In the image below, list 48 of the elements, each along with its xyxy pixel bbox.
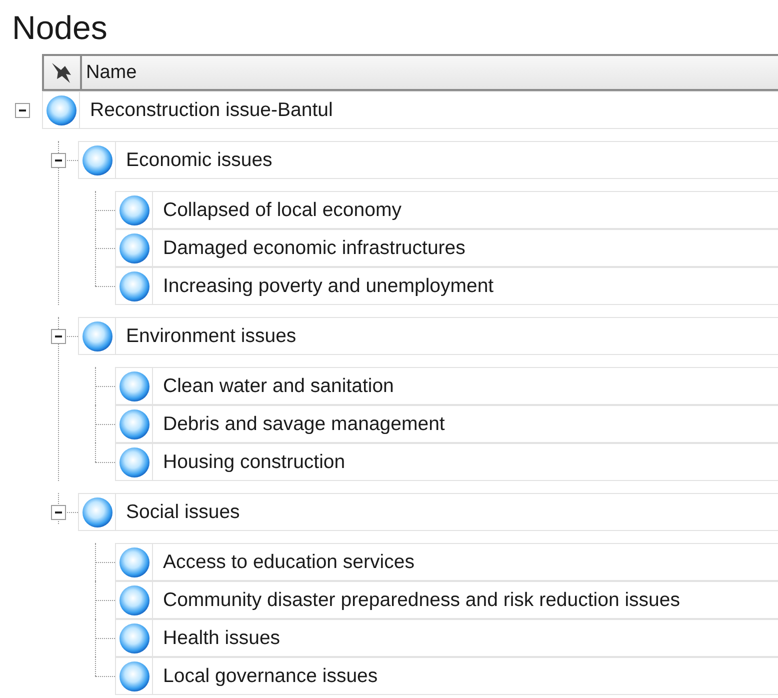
tree-row[interactable]: Housing construction — [115, 443, 778, 481]
node-label: Reconstruction issue-Bantul — [89, 98, 333, 122]
collapse-toggle[interactable] — [51, 505, 66, 520]
sphere-icon — [118, 660, 150, 692]
sphere-icon — [80, 144, 114, 176]
node-label: Clean water and sanitation — [162, 374, 394, 398]
node-label: Housing construction — [162, 450, 346, 474]
node-label: Social issues — [125, 500, 240, 524]
tree-row[interactable]: Health issues — [115, 619, 778, 657]
tree-row[interactable]: Damaged economic infrastructures — [115, 229, 778, 267]
sphere-icon — [118, 194, 150, 226]
name-column-header[interactable]: Name — [82, 56, 137, 89]
sphere-icon — [118, 270, 150, 302]
sphere-icon — [118, 446, 150, 478]
tree-row[interactable]: Reconstruction issue-Bantul — [42, 91, 778, 129]
tree-row[interactable]: Access to education services — [115, 543, 778, 581]
node-label: Damaged economic infrastructures — [162, 236, 466, 260]
sphere-icon — [118, 232, 150, 264]
node-label: Increasing poverty and unemployment — [162, 274, 494, 298]
sphere-icon — [80, 320, 114, 352]
sphere-icon — [118, 622, 150, 654]
collapse-toggle[interactable] — [51, 329, 66, 344]
node-label: Health issues — [162, 626, 280, 650]
tree-row[interactable]: Collapsed of local economy — [115, 191, 778, 229]
sphere-icon — [118, 546, 150, 578]
tree-row[interactable]: Economic issues — [78, 141, 778, 179]
node-label: Access to education services — [162, 550, 414, 574]
tree-row[interactable]: Debris and savage management — [115, 405, 778, 443]
tree-row[interactable]: Social issues — [78, 493, 778, 531]
collapse-toggle[interactable] — [51, 153, 66, 168]
node-label: Debris and savage management — [162, 412, 445, 436]
sphere-icon — [118, 370, 150, 402]
page-title: Nodes — [11, 8, 108, 48]
tree-row[interactable]: Clean water and sanitation — [115, 367, 778, 405]
node-label: Community disaster preparedness and risk reduction issues — [162, 588, 680, 612]
tree-row[interactable]: Environment issues — [78, 317, 778, 355]
tree-row[interactable]: Community disaster preparedness and risk reduction issues — [115, 581, 778, 619]
node-label: Collapsed of local economy — [162, 198, 402, 222]
tree-row[interactable]: Local governance issues — [115, 657, 778, 695]
sphere-icon — [80, 496, 114, 528]
sphere-icon — [44, 94, 78, 126]
node-label: Economic issues — [125, 148, 272, 172]
sphere-icon — [118, 584, 150, 616]
node-label: Local governance issues — [162, 664, 378, 688]
node-label: Environment issues — [125, 324, 296, 348]
collapse-toggle[interactable] — [15, 103, 30, 118]
tree-row[interactable]: Increasing poverty and unemployment — [115, 267, 778, 305]
sphere-icon — [118, 408, 150, 440]
